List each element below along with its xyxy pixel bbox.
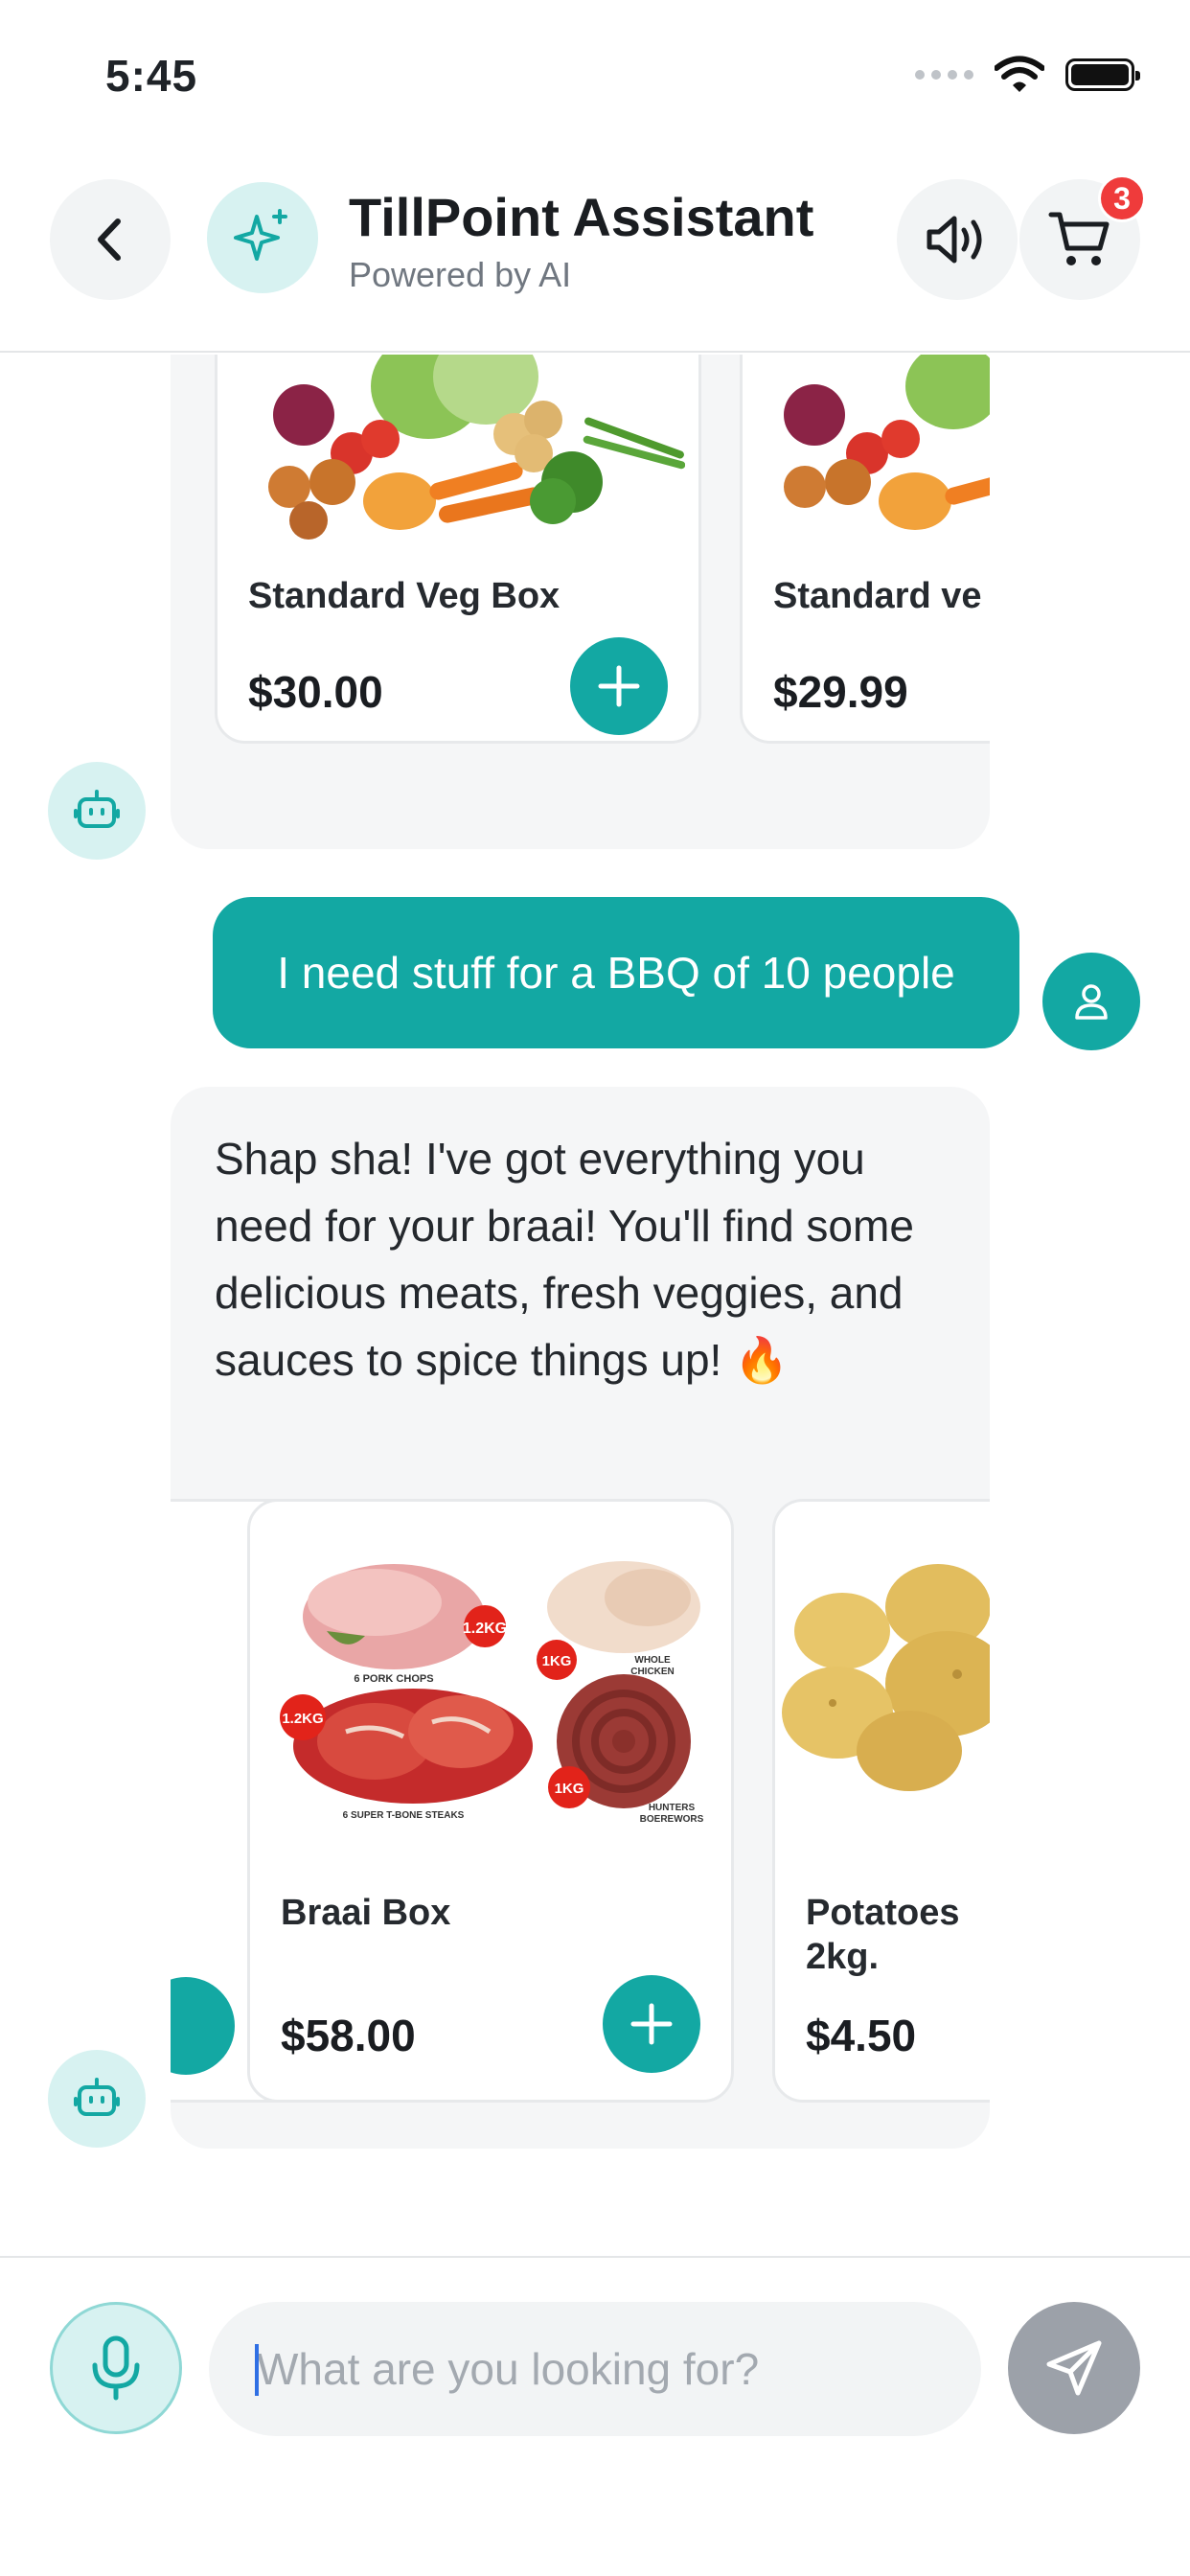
product-name-line-2: 2kg. [806, 1937, 880, 1977]
pork-caption: 6 PORK CHOPS [354, 1673, 433, 1685]
microphone-icon [92, 2335, 140, 2401]
chicken-caption-1: WHOLE [634, 1655, 671, 1666]
braai-box-image: 1.2KG 6 PORK CHOPS 1KG WHOLE CHICKEN 1.2 [280, 1561, 704, 1825]
bot-message-bubble: Shap sha! I've got everything you need f… [171, 1087, 990, 2149]
voice-input-button[interactable] [50, 2302, 182, 2434]
product-carousel[interactable]: Standard Veg Box $30.00 Standard ve $29.… [171, 355, 990, 849]
chicken-caption-2: CHICKEN [630, 1667, 675, 1677]
potatoes-image [782, 1564, 990, 1791]
status-icons [915, 56, 1140, 94]
speaker-toggle-button[interactable] [897, 179, 1018, 300]
product-carousel[interactable]: 1.2KG 6 PORK CHOPS 1KG WHOLE CHICKEN 1.2 [171, 1087, 990, 2149]
vegetables-image [268, 355, 685, 540]
wors-caption-1: HUNTERS [649, 1803, 696, 1813]
assistant-logo [207, 182, 318, 293]
shopping-cart-icon [1048, 212, 1110, 265]
bot-icon [74, 2078, 120, 2116]
chevron-left-icon [98, 218, 121, 261]
status-bar: 5:45 [0, 0, 1190, 144]
chicken-weight-tag: 1KG [542, 1653, 572, 1669]
plus-icon [598, 665, 640, 707]
vegetables-image [171, 1665, 173, 1741]
user-avatar [1042, 953, 1140, 1050]
back-button[interactable] [50, 179, 171, 300]
vegetables-image [784, 355, 990, 530]
chat-input[interactable] [209, 2302, 981, 2436]
user-icon [1075, 984, 1108, 1020]
volume-icon [927, 216, 982, 264]
steak-weight-tag: 1.2KG [282, 1711, 323, 1727]
text-cursor [255, 2344, 259, 2396]
product-price: $29.99 [773, 667, 908, 717]
page-title: TillPoint Assistant [349, 187, 814, 247]
send-icon [1046, 2340, 1102, 2396]
bot-avatar [48, 762, 146, 860]
pork-weight-tag: 1.2KG [463, 1621, 507, 1637]
product-name: Standard Veg Box [248, 576, 561, 616]
bot-avatar [48, 2050, 146, 2148]
product-price: $58.00 [281, 2011, 416, 2060]
message-composer [0, 2256, 1190, 2576]
add-to-cart-button[interactable] [570, 637, 668, 735]
product-name: Standard ve [773, 576, 982, 616]
product-card[interactable]: Standard ve $29.99 [740, 355, 990, 744]
bot-icon [74, 790, 120, 828]
send-button[interactable] [1008, 2302, 1140, 2434]
cart-count-badge: 3 [1098, 174, 1146, 222]
product-name: Braai Box [281, 1893, 451, 1933]
product-card[interactable]: Standard Veg Box $30.00 [215, 355, 701, 744]
chat-messages[interactable]: Standard Veg Box $30.00 Standard ve $29.… [0, 355, 1190, 2257]
chat-header: TillPoint Assistant Powered by AI 3 [0, 163, 1190, 353]
sparkles-icon [234, 209, 287, 261]
status-time: 5:45 [105, 51, 198, 101]
wors-weight-tag: 1KG [555, 1781, 584, 1797]
plus-icon [630, 2003, 673, 2045]
product-card[interactable]: 1.2KG 6 PORK CHOPS 1KG WHOLE CHICKEN 1.2 [247, 1499, 734, 2103]
product-name: Potatoes [806, 1893, 960, 1933]
product-card[interactable]: Potatoes 2kg. $4.50 [772, 1499, 990, 2103]
add-to-cart-button[interactable] [171, 1977, 235, 2075]
product-price: $4.50 [806, 2011, 917, 2060]
product-price: $30.00 [248, 667, 383, 717]
add-to-cart-button[interactable] [603, 1975, 700, 2073]
cellular-signal-icon [915, 70, 973, 80]
user-message-bubble: I need stuff for a BBQ of 10 people [213, 897, 1019, 1048]
bot-message-bubble: Standard Veg Box $30.00 Standard ve $29.… [171, 355, 990, 849]
wifi-icon [995, 56, 1044, 92]
battery-icon [1065, 58, 1140, 91]
wors-caption-2: BOEREWORS [640, 1814, 704, 1825]
page-subtitle: Powered by AI [349, 255, 572, 294]
steak-caption: 6 SUPER T-BONE STEAKS [343, 1810, 465, 1821]
